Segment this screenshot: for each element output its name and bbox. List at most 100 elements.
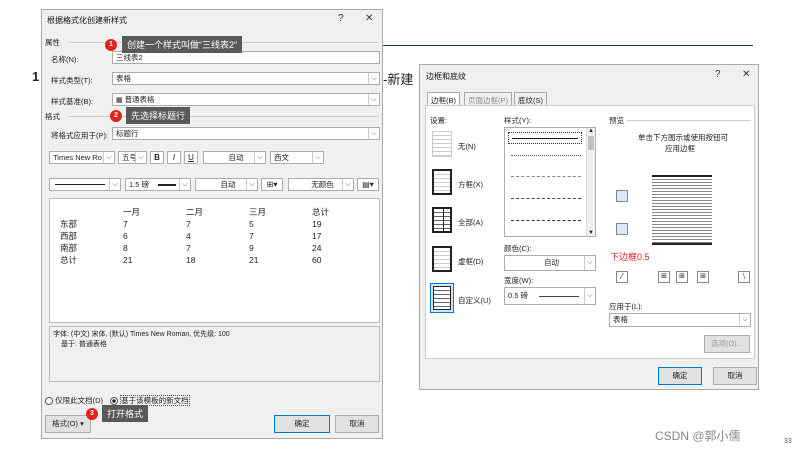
preview-cell: 7: [186, 219, 191, 229]
setting-custom-icon[interactable]: [430, 283, 454, 313]
diagonal-up-icon[interactable]: ⧵: [738, 271, 750, 283]
line-style-dash-dot[interactable]: [511, 220, 581, 221]
diagonal-down-icon[interactable]: ⁄: [616, 271, 628, 283]
preview-cell: 19: [312, 219, 322, 229]
line-style-solid[interactable]: [508, 132, 582, 144]
cancel-button[interactable]: 取消: [335, 415, 379, 433]
color-value: 自动: [544, 258, 559, 267]
underline-button[interactable]: U: [184, 151, 198, 164]
table-format-icon[interactable]: ▤▾: [357, 178, 379, 191]
line-style-dashed-fine[interactable]: [511, 176, 581, 177]
apply-select[interactable]: 标题行 ⌵: [112, 127, 380, 140]
type-select[interactable]: 表格 ⌵: [112, 72, 380, 85]
apply-to-label: 应用于(L):: [609, 302, 643, 311]
ok-button[interactable]: 确定: [658, 367, 702, 385]
font-color-select[interactable]: 自动 ⌵: [203, 151, 266, 164]
apply-to-select[interactable]: 表格 ⌵: [609, 313, 751, 327]
base-label: 样式基准(B):: [51, 97, 94, 106]
ok-button[interactable]: 确定: [274, 415, 330, 433]
left-border-icon[interactable]: ⊞: [658, 271, 670, 283]
radio-selected-icon: [110, 397, 118, 406]
chevron-down-icon: ⌵: [246, 179, 257, 190]
name-label: 名称(N):: [51, 55, 79, 64]
setting-box-label[interactable]: 方框(X): [458, 179, 483, 190]
cancel-button[interactable]: 取消: [713, 367, 757, 385]
description-line-1: 字体: (中文) 宋体, (默认) Times New Roman, 优先级: …: [53, 331, 230, 338]
script-select[interactable]: 西文 ⌵: [270, 151, 324, 164]
border-width-select[interactable]: 1.5 磅 ⌵: [125, 178, 191, 191]
middle-border-button[interactable]: [616, 223, 628, 235]
setting-all-icon[interactable]: [432, 207, 452, 233]
scroll-up-icon[interactable]: ▲: [587, 128, 595, 134]
step-1-callout: 创建一个样式叫做“三线表2”: [122, 36, 243, 53]
width-select[interactable]: 0.5 磅 ⌵: [504, 287, 596, 305]
scroll-thumb[interactable]: [588, 136, 594, 150]
style-preview: 一月 二月 三月 总计 东部 7 7 5 19 西部 6 4 7 17 南部 8 7 9 24 总计 21…: [49, 198, 380, 323]
format-button[interactable]: 格式(O) ▾: [45, 415, 91, 433]
preview-cell: 60: [312, 255, 322, 265]
italic-button[interactable]: I: [167, 151, 181, 164]
chevron-down-icon: ⌵: [109, 179, 120, 190]
setting-none-icon[interactable]: [432, 131, 452, 157]
preview-cell: 5: [249, 219, 254, 229]
preview-cell: 7: [186, 243, 191, 253]
shading-select[interactable]: 无颜色 ⌵: [288, 178, 354, 191]
custom-grid-icon: [433, 286, 451, 310]
help-button[interactable]: ?: [338, 13, 344, 24]
type-value: 表格: [116, 74, 131, 83]
width-label: 宽度(W):: [504, 276, 534, 285]
preview-hint-1: 单击下方图示或使用按钮可: [638, 133, 728, 142]
border-grid-icon[interactable]: ⊞▾: [261, 178, 283, 191]
chevron-down-icon: ⌵: [135, 152, 146, 163]
font-value: Times New Ro: [53, 153, 102, 162]
size-select[interactable]: 五号 ⌵: [118, 151, 147, 164]
chevron-down-icon: ⌵: [312, 152, 323, 163]
setting-custom-label[interactable]: 自定义(U): [458, 295, 491, 306]
border-width-value: 1.5 磅: [129, 180, 150, 189]
dialog-title: 根据格式化创建新样式: [47, 16, 127, 25]
radio-doc-only[interactable]: 仅限此文档(D): [45, 395, 103, 406]
preview-cell: 东部: [60, 219, 78, 229]
help-button[interactable]: ?: [715, 69, 721, 80]
chevron-down-icon: ⌵: [368, 94, 379, 105]
properties-header: 属性: [45, 38, 60, 47]
options-button[interactable]: 选项(O)...: [704, 335, 750, 353]
description-line-2: 基于: 普通表格: [61, 341, 107, 348]
close-button[interactable]: ✕: [365, 13, 373, 24]
preview-cell: 7: [123, 219, 128, 229]
border-color-select[interactable]: 自动 ⌵: [195, 178, 258, 191]
slide-number-prefix: 1: [32, 69, 40, 84]
line-style-dashed[interactable]: [511, 198, 581, 199]
setting-box-icon[interactable]: [432, 169, 452, 195]
chevron-down-icon: ⌵: [368, 128, 379, 139]
shading-value: 无颜色: [311, 180, 334, 189]
style-description: 字体: (中文) 宋体, (默认) Times New Roman, 优先级: …: [49, 326, 380, 382]
scrollbar[interactable]: ▲ ▼: [586, 128, 595, 236]
setting-grid-icon[interactable]: [432, 246, 452, 272]
line-style-list[interactable]: ▲ ▼: [504, 127, 596, 237]
top-border-button[interactable]: [616, 190, 628, 202]
color-select[interactable]: 自动 ⌵: [504, 255, 596, 271]
line-style-dotted[interactable]: [511, 155, 581, 156]
preview-cell: 4: [186, 231, 191, 241]
bold-button[interactable]: B: [150, 151, 164, 164]
border-style-select[interactable]: ⌵: [49, 178, 121, 191]
line-weight-swatch: [158, 184, 176, 186]
preview-header-row: 一月 二月 三月 总计: [60, 206, 362, 218]
setting-grid-label[interactable]: 虚框(D): [458, 256, 483, 267]
step-2-callout: 先选择标题行: [126, 107, 191, 124]
close-button[interactable]: ✕: [742, 69, 750, 80]
width-value: 0.5 磅: [508, 291, 529, 300]
preview-row: 东部 7 7 5 19: [60, 218, 362, 230]
chevron-down-icon: ⌵: [103, 152, 114, 163]
font-select[interactable]: Times New Ro ⌵: [49, 151, 115, 164]
scroll-down-icon[interactable]: ▼: [587, 230, 595, 236]
base-select[interactable]: ▦ 普通表格 ⌵: [112, 93, 380, 106]
center-border-icon[interactable]: ⊞: [676, 271, 688, 283]
preview-cell: 二月: [186, 207, 204, 217]
radio-doc-only-label: 仅限此文档(D): [55, 396, 104, 405]
border-preview[interactable]: [652, 175, 712, 245]
right-border-icon[interactable]: ⊞: [697, 271, 709, 283]
setting-all-label[interactable]: 全部(A): [458, 217, 483, 228]
setting-none-label[interactable]: 无(N): [458, 141, 476, 152]
